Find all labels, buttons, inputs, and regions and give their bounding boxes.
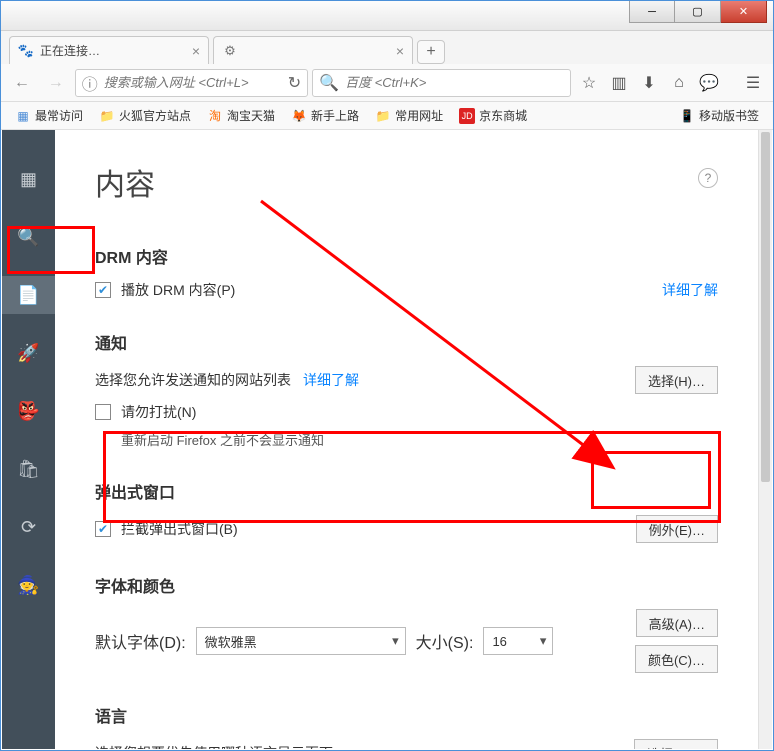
sidebar-item-advanced[interactable]: 🧙 [2,566,55,604]
bookmark-toolbar: ▦最常访问 📁火狐官方站点 淘淘宝天猫 🦊新手上路 📁常用网址 JD京东商城 📱… [1,102,773,130]
notif-subtext: 重新启动 Firefox 之前不会显示通知 [121,430,718,449]
nav-toolbar: ← → ⓘ ↻ 🔍 ☆ ▥ ⬇ ⌂ 💬 ☰ [1,64,773,102]
section-language: 语言 选择您想要优先使用哪种语言显示页面 选择(O)… [95,703,718,749]
sidebar-item-search[interactable]: 🔍 [2,218,55,256]
checkbox-label: 请勿打扰(N) [121,402,196,422]
section-popups: 弹出式窗口 拦截弹出式窗口(B) 例外(E)… [95,479,718,543]
button-notif-choose[interactable]: 选择(H)… [635,366,718,394]
font-size-label: 大小(S): [416,629,474,653]
window-close-button[interactable]: ✕ [721,1,767,23]
downloads-button[interactable]: ⬇ [635,68,663,98]
library-button[interactable]: ▥ [605,68,633,98]
sidebar-item-sync[interactable]: ⟳ [2,508,55,546]
info-icon[interactable]: ⓘ [82,71,98,95]
mobile-icon: 📱 [679,108,695,124]
url-input[interactable] [104,75,282,90]
select-font-family[interactable]: 微软雅黑 [196,627,406,655]
checkbox-block-popups[interactable] [95,521,111,537]
close-icon[interactable]: × [192,43,200,59]
paw-icon: 🐾 [18,43,34,59]
bookmark-most-visited[interactable]: ▦最常访问 [9,105,89,126]
section-heading: 字体和颜色 [95,573,718,597]
firefox-icon: 🦊 [291,108,307,124]
bookmark-taobao[interactable]: 淘淘宝天猫 [201,105,281,126]
search-input[interactable] [345,75,564,90]
scrollbar-thumb[interactable] [761,132,770,482]
window-titlebar: ─ ▢ ✕ [1,1,773,31]
section-heading: DRM 内容 [95,244,718,268]
bookmark-common-sites[interactable]: 📁常用网址 [369,105,449,126]
bookmark-label: 京东商城 [479,107,527,124]
bookmark-label: 火狐官方站点 [119,107,191,124]
grid-icon: ▦ [15,108,31,124]
button-font-advanced[interactable]: 高级(A)… [636,609,718,637]
bookmark-label: 常用网址 [395,107,443,124]
taobao-icon: 淘 [207,108,223,124]
section-fonts: 字体和颜色 默认字体(D): 微软雅黑 大小(S): 16 高级(A)… 颜色(… [95,573,718,673]
select-font-size[interactable]: 16 [483,627,553,655]
bookmark-label: 移动版书签 [699,107,759,124]
sidebar-item-security[interactable]: 🛍 [2,450,55,488]
bookmark-star-button[interactable]: ☆ [575,68,603,98]
window-minimize-button[interactable]: ─ [629,1,675,23]
jd-icon: JD [459,108,475,124]
font-default-label: 默认字体(D): [95,629,186,653]
notif-description: 选择您允许发送通知的网站列表 [95,370,291,390]
sidebar-item-general[interactable]: ▦ [2,160,55,198]
page-title: 内容 [95,160,718,204]
checkbox-play-drm[interactable] [95,282,111,298]
folder-icon: 📁 [99,108,115,124]
bookmark-jd[interactable]: JD京东商城 [453,105,533,126]
home-button[interactable]: ⌂ [665,68,693,98]
search-icon: 🔍 [319,73,339,93]
checkbox-label: 拦截弹出式窗口(B) [121,519,238,539]
section-notifications: 通知 选择您允许发送通知的网站列表 详细了解 选择(H)… 请勿打扰(N) 重新… [95,330,718,449]
sidebar-item-applications[interactable]: 🚀 [2,334,55,372]
bookmark-label: 最常访问 [35,107,83,124]
preferences-sidebar: ▦ 🔍 📄 🚀 👺 🛍 ⟳ 🧙 [2,130,55,749]
menu-button[interactable]: ☰ [739,68,767,98]
section-heading: 通知 [95,330,718,354]
gear-icon: ⚙ [222,43,238,59]
bookmark-label: 新手上路 [311,107,359,124]
sidebar-item-privacy[interactable]: 👺 [2,392,55,430]
link-drm-learn-more[interactable]: 详细了解 [662,280,718,300]
url-bar[interactable]: ⓘ ↻ [75,69,308,97]
chat-button[interactable]: 💬 [695,68,723,98]
tab-label: 正在连接… [40,42,100,59]
link-notif-learn-more[interactable]: 详细了解 [303,370,359,390]
tab-strip: 🐾 正在连接… × ⚙ × + [1,31,773,64]
tab-connecting[interactable]: 🐾 正在连接… × [9,36,209,64]
preferences-content-panel: 内容 ? DRM 内容 播放 DRM 内容(P) 详细了解 通知 选择您允许发送… [55,130,758,749]
checkbox-label: 播放 DRM 内容(P) [121,280,235,300]
reload-icon[interactable]: ↻ [288,73,301,93]
window-maximize-button[interactable]: ▢ [675,1,721,23]
forward-button[interactable]: → [41,68,71,98]
section-heading: 语言 [95,703,718,727]
section-drm: DRM 内容 播放 DRM 内容(P) 详细了解 [95,244,718,300]
new-tab-button[interactable]: + [417,40,445,64]
button-font-colors[interactable]: 颜色(C)… [635,645,718,673]
button-popup-exceptions[interactable]: 例外(E)… [636,515,718,543]
vertical-scrollbar[interactable] [758,130,772,749]
bookmark-firefox-site[interactable]: 📁火狐官方站点 [93,105,197,126]
bookmark-label: 淘宝天猫 [227,107,275,124]
bookmark-mobile[interactable]: 📱移动版书签 [673,105,765,126]
bookmark-getting-started[interactable]: 🦊新手上路 [285,105,365,126]
back-button[interactable]: ← [7,68,37,98]
button-lang-choose[interactable]: 选择(O)… [634,739,718,749]
checkbox-do-not-disturb[interactable] [95,404,111,420]
folder-icon: 📁 [375,108,391,124]
lang-description: 选择您想要优先使用哪种语言显示页面 [95,743,333,749]
close-icon[interactable]: × [396,43,404,59]
search-bar[interactable]: 🔍 [312,69,571,97]
help-icon[interactable]: ? [698,168,718,188]
tab-preferences[interactable]: ⚙ × [213,36,413,64]
sidebar-item-content[interactable]: 📄 [2,276,55,314]
section-heading: 弹出式窗口 [95,479,718,503]
